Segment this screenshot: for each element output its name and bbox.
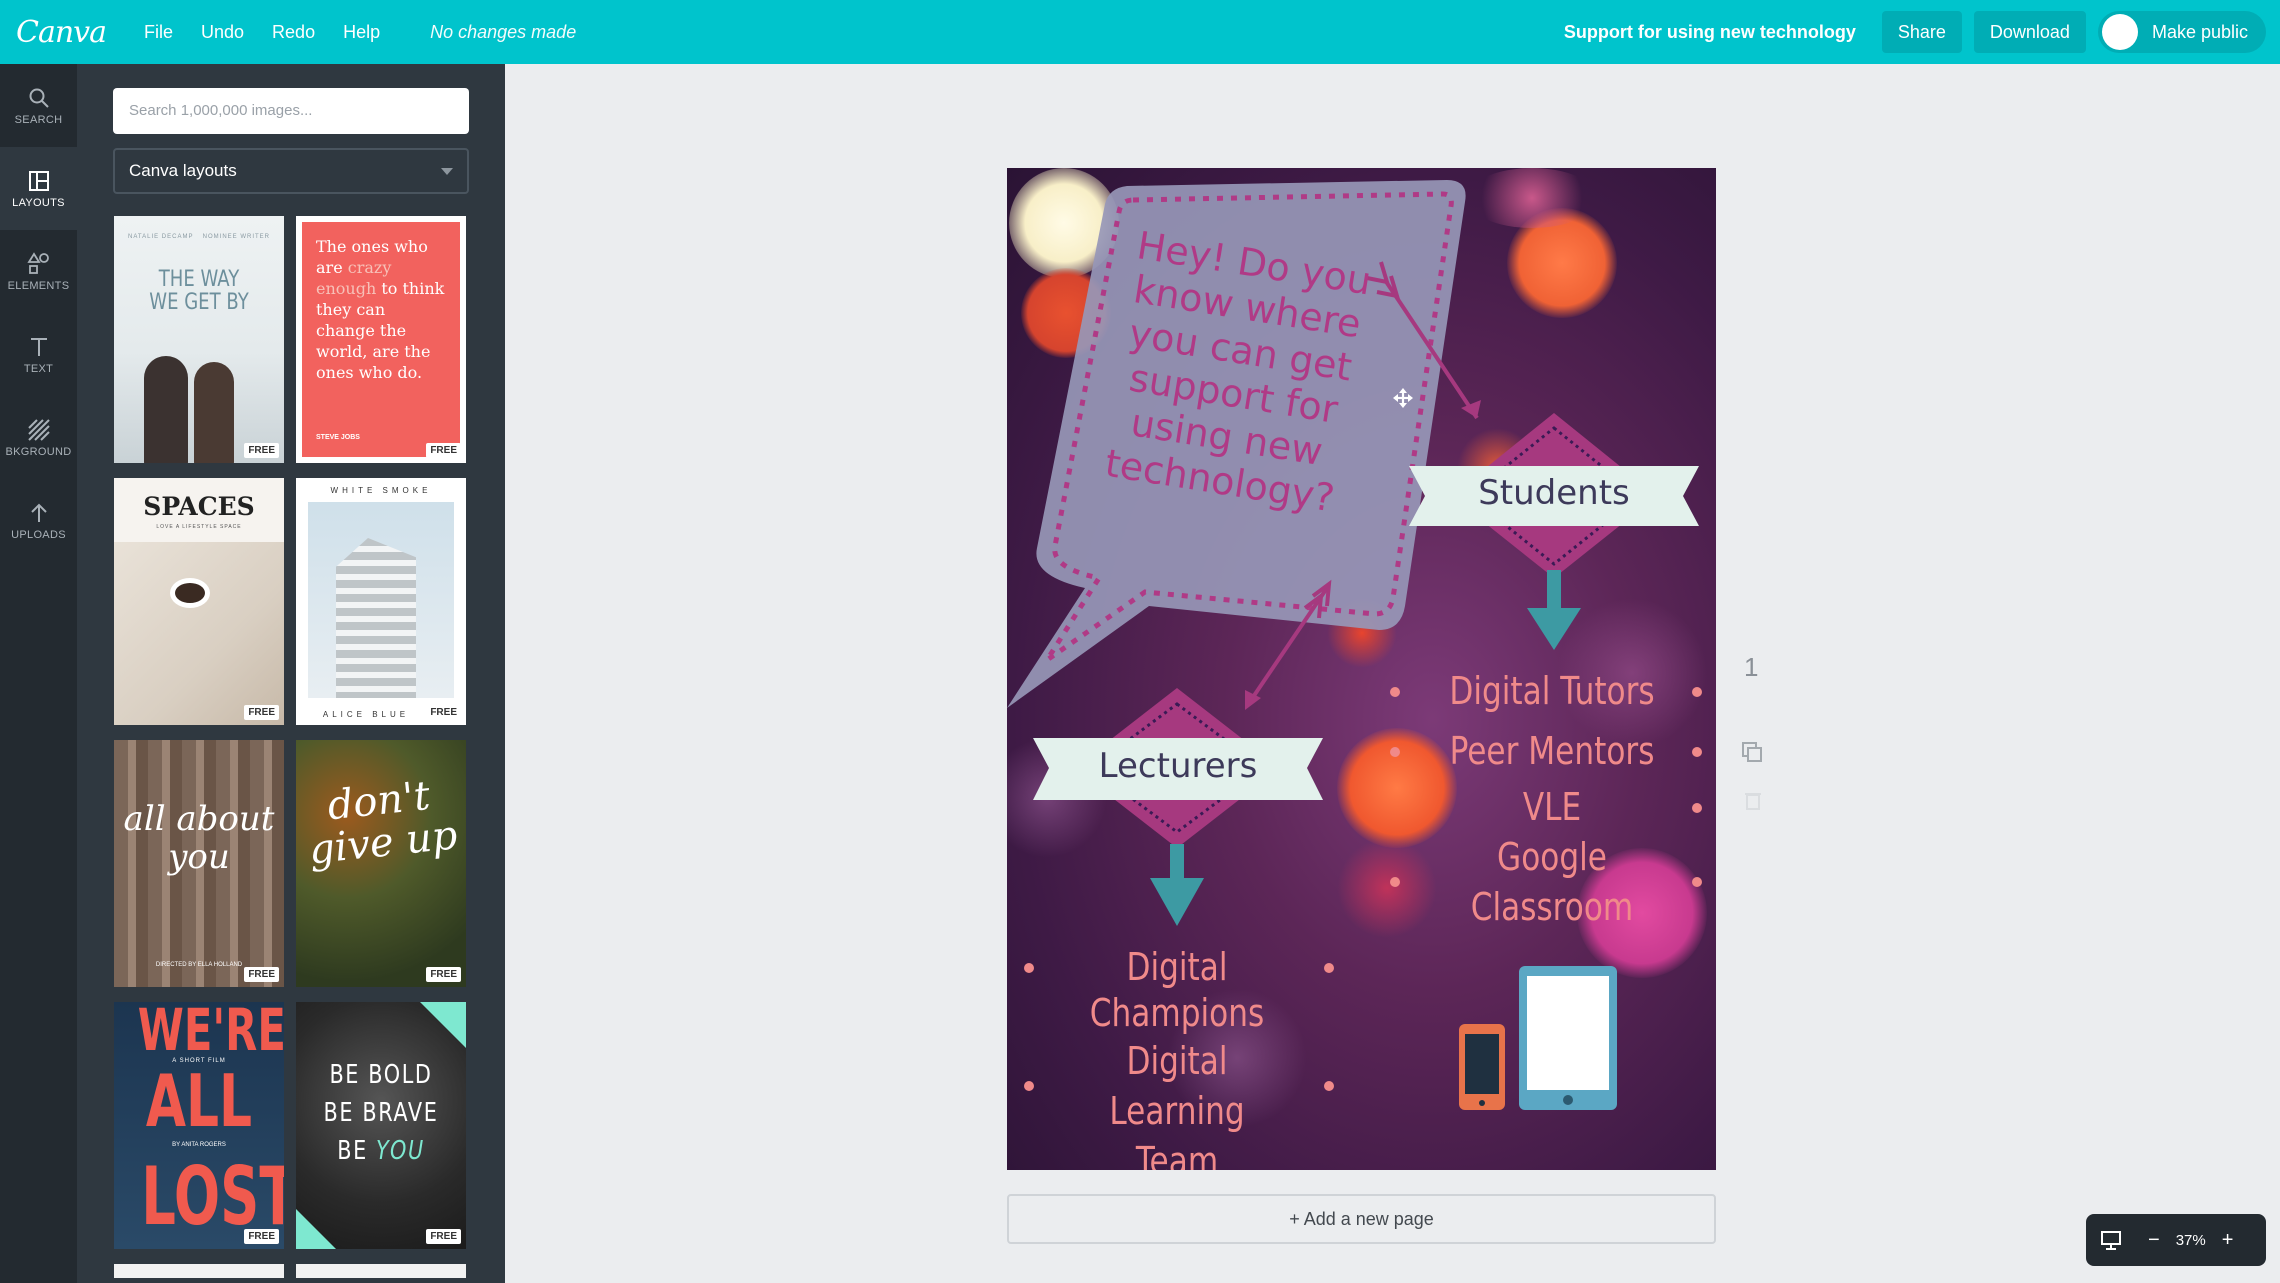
photo-blanket: [114, 542, 284, 725]
student-item[interactable]: Google Classroom: [1458, 832, 1647, 932]
corner-accent: [420, 1002, 466, 1048]
upload-arrow-icon: [30, 503, 47, 522]
add-page-button[interactable]: + Add a new page: [1007, 1194, 1716, 1244]
rail-label: ELEMENTS: [7, 279, 70, 292]
rail-layouts[interactable]: LAYOUTS: [0, 147, 77, 230]
menu-undo[interactable]: Undo: [201, 22, 244, 43]
thumb-title: all about you: [123, 799, 275, 877]
zoom-in-button[interactable]: +: [2222, 1229, 2234, 1252]
hatch-icon: [27, 418, 50, 441]
layout-thumb-all-about-you[interactable]: all about you DIRECTED BY ELLA HOLLAND F…: [114, 740, 284, 987]
move-cursor-icon: [1393, 388, 1413, 408]
layout-icon: [28, 170, 49, 191]
thumb-title-1: WE'RE: [137, 1002, 284, 1064]
thumb-by: BY ANITA ROGERS: [172, 1142, 226, 1148]
zoom-level[interactable]: 37%: [2176, 1232, 2206, 1249]
thumb-title-2: ALL: [145, 1059, 253, 1143]
select-value: Canva layouts: [129, 161, 237, 180]
thumb-quote: The ones who are crazy enough to think t…: [316, 237, 445, 382]
free-badge: FREE: [244, 443, 279, 458]
thumb-top-left: NATALIE DECAMP: [128, 234, 194, 240]
building-shape: [336, 538, 416, 698]
person-figure: [144, 356, 188, 463]
rail-background[interactable]: BKGROUND: [0, 396, 77, 479]
present-icon[interactable]: [2100, 1229, 2122, 1251]
thumb-author: STEVE JOBS: [316, 434, 360, 441]
students-banner[interactable]: Students: [1409, 473, 1699, 513]
menu-redo[interactable]: Redo: [272, 22, 315, 43]
shapes-icon: [26, 251, 49, 274]
search-icon: [29, 88, 49, 108]
share-button[interactable]: Share: [1881, 11, 1962, 53]
rail-elements[interactable]: ELEMENTS: [0, 230, 77, 313]
layout-thumb-the-way-we-get-by[interactable]: NATALIE DECAMP NOMINEE WRITER THE WAY WE…: [114, 216, 284, 463]
text-icon: [30, 337, 47, 356]
free-badge: FREE: [244, 1229, 279, 1244]
rail-label: SEARCH: [14, 113, 63, 126]
layout-thumb-be-bold[interactable]: BE BOLD BE BRAVE BE YOU FREE: [296, 1002, 466, 1249]
rail-search[interactable]: SEARCH: [0, 64, 77, 147]
free-badge: FREE: [426, 967, 461, 982]
layout-thumb-quote[interactable]: The ones who are crazy enough to think t…: [296, 216, 466, 463]
save-status: No changes made: [430, 21, 577, 42]
student-item[interactable]: VLE: [1433, 784, 1671, 830]
rail-label: TEXT: [23, 362, 54, 375]
zoom-out-button[interactable]: −: [2148, 1229, 2160, 1252]
thumb-title: don't give up: [306, 772, 460, 874]
make-public-toggle[interactable]: Make public: [2097, 11, 2266, 53]
corner-accent: [296, 1209, 336, 1249]
chevron-down-icon: [441, 168, 453, 175]
page-number: 1: [1744, 652, 1759, 682]
person-figure: [194, 362, 234, 463]
side-rail: SEARCH LAYOUTS ELEMENTS TEXT BKGROUND UP…: [0, 64, 77, 1283]
student-item[interactable]: Peer Mentors: [1433, 728, 1671, 774]
thumb-top-right: NOMINEE WRITER: [202, 234, 270, 240]
rail-label: LAYOUTS: [12, 196, 65, 209]
free-badge: FREE: [426, 1229, 461, 1244]
rail-label: BKGROUND: [5, 445, 72, 458]
design-title[interactable]: Support for using new technology: [1564, 22, 1856, 43]
lecturer-item[interactable]: Digital Champions: [1054, 944, 1300, 1036]
free-badge: FREE: [426, 443, 461, 458]
lecturers-banner[interactable]: Lecturers: [1033, 746, 1323, 786]
design-page[interactable]: Hey! Do you know where you can get suppo…: [1007, 168, 1716, 1170]
thumb-title: WHITE SMOKE: [330, 486, 432, 495]
layout-thumb-partial[interactable]: [296, 1264, 466, 1278]
free-badge: FREE: [426, 705, 461, 720]
layout-thumb-dont-give-up[interactable]: don't give up FREE: [296, 740, 466, 987]
coffee-cup-icon: [170, 578, 210, 608]
zoom-control: − 37% +: [2086, 1214, 2266, 1266]
layout-thumb-partial[interactable]: [114, 1264, 284, 1278]
rail-uploads[interactable]: UPLOADS: [0, 479, 77, 562]
layouts-panel: Search 1,000,000 images... Canva layouts…: [77, 64, 505, 1283]
menu-file[interactable]: File: [144, 22, 173, 43]
rail-label: UPLOADS: [11, 528, 66, 541]
thumb-title-3: LOST: [141, 1150, 284, 1243]
canva-logo[interactable]: Canva: [16, 15, 107, 50]
thumb-title: SPACES: [143, 492, 255, 521]
bubble-text[interactable]: Hey! Do you know where you can get suppo…: [1068, 218, 1406, 526]
thumb-title: BE BOLD BE BRAVE BE YOU: [323, 1060, 439, 1166]
layout-thumb-white-smoke[interactable]: WHITE SMOKE ALICE BLUE FREE: [296, 478, 466, 725]
toggle-knob: [2101, 14, 2138, 50]
free-badge: FREE: [244, 705, 279, 720]
student-item[interactable]: Digital Tutors: [1433, 668, 1671, 714]
duplicate-page-icon[interactable]: [1740, 740, 1764, 764]
layout-type-select[interactable]: Canva layouts: [113, 148, 469, 194]
image-search-input[interactable]: Search 1,000,000 images...: [113, 88, 469, 134]
top-bar: Canva File Undo Redo Help No changes mad…: [0, 0, 2280, 64]
rail-text[interactable]: TEXT: [0, 313, 77, 396]
thumb-bottom: ALICE BLUE: [322, 710, 410, 719]
thumb-title: THE WAY WE GET BY: [149, 267, 249, 315]
lecturer-item[interactable]: Digital Learning Team: [1070, 1036, 1283, 1170]
layout-thumb-spaces[interactable]: SPACES LOVE A LIFESTYLE SPACE FREE: [114, 478, 284, 725]
delete-page-icon[interactable]: [1744, 790, 1762, 810]
make-public-label: Make public: [2151, 21, 2248, 42]
menu-help[interactable]: Help: [343, 22, 380, 43]
free-badge: FREE: [244, 967, 279, 982]
download-button[interactable]: Download: [1973, 11, 2086, 53]
layout-thumb-were-all-lost[interactable]: WE'RE A SHORT FILM ALL BY ANITA ROGERS L…: [114, 1002, 284, 1249]
thumb-subtitle: LOVE A LIFESTYLE SPACE: [156, 524, 242, 530]
